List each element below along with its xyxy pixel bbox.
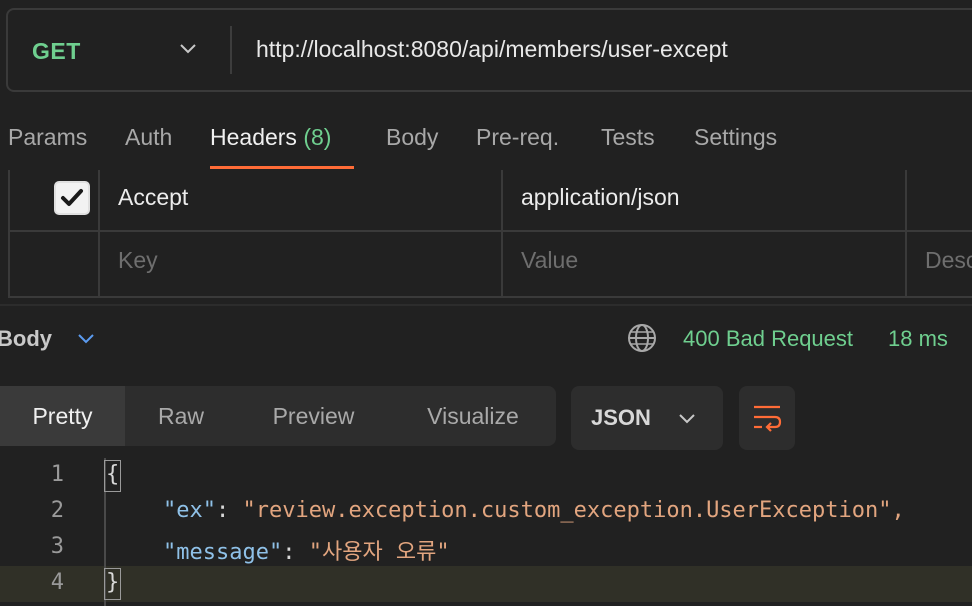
response-status[interactable]: 400 Bad Request <box>683 326 853 352</box>
json-value: "review.exception.custom_exception.UserE… <box>242 498 905 523</box>
tab-settings[interactable]: Settings <box>694 124 777 151</box>
new-value-input[interactable]: Value <box>521 247 578 274</box>
json-value: "사용자 오류" <box>308 540 450 565</box>
view-raw[interactable]: Raw <box>125 386 237 446</box>
pane-separator[interactable] <box>0 304 972 306</box>
table-divider <box>98 170 100 296</box>
table-divider <box>8 170 10 296</box>
view-mode-control: Pretty Raw Preview Visualize <box>0 386 556 446</box>
new-description-input[interactable]: Desc <box>925 247 972 274</box>
chevron-down-icon <box>679 414 695 424</box>
headers-table: Accept application/json Key Value Desc <box>8 170 972 298</box>
tab-headers[interactable]: Headers (8) <box>210 124 331 151</box>
code-line: 3 "message": "사용자 오류" <box>0 530 972 566</box>
line-number: 2 <box>50 498 64 523</box>
table-divider <box>905 170 907 296</box>
chevron-down-icon[interactable] <box>74 326 98 350</box>
code-line: 1 <box>0 458 972 494</box>
line-number: 1 <box>50 462 64 487</box>
globe-icon[interactable] <box>626 322 658 354</box>
table-divider <box>8 230 972 232</box>
json-pair: "message": "사용자 오류" <box>163 540 450 565</box>
tab-tests[interactable]: Tests <box>601 124 655 151</box>
brace-close: } <box>104 568 122 600</box>
response-time[interactable]: 18 ms <box>888 326 948 352</box>
brace-open: { <box>104 460 122 492</box>
header-value-cell[interactable]: application/json <box>521 184 680 211</box>
format-select[interactable]: JSON <box>571 386 723 450</box>
new-key-input[interactable]: Key <box>118 247 158 274</box>
url-input[interactable] <box>256 36 956 63</box>
method-select[interactable]: GET <box>32 38 81 65</box>
table-divider <box>501 170 503 296</box>
code-line: 2 "ex": "review.exception.custom_excepti… <box>0 494 972 530</box>
chevron-down-icon[interactable] <box>176 36 200 60</box>
response-section-select[interactable]: Body <box>0 326 52 352</box>
json-key: "message" <box>163 540 283 565</box>
header-key-cell[interactable]: Accept <box>118 184 188 211</box>
line-number: 4 <box>50 570 64 595</box>
tab-pre-request[interactable]: Pre-req. <box>476 124 559 151</box>
request-url-bar: GET <box>6 8 972 92</box>
line-number: 3 <box>50 534 64 559</box>
wrap-lines-icon <box>754 405 782 432</box>
view-visualize[interactable]: Visualize <box>390 386 556 446</box>
divider <box>230 26 232 74</box>
active-tab-indicator <box>210 166 354 169</box>
code-line-current: 4 <box>0 566 972 602</box>
view-pretty[interactable]: Pretty <box>0 386 125 446</box>
tab-body[interactable]: Body <box>386 124 438 151</box>
format-label: JSON <box>591 405 651 430</box>
tab-headers-count: (8) <box>303 124 332 150</box>
tab-params[interactable]: Params <box>8 124 87 151</box>
tab-headers-label: Headers <box>210 124 297 150</box>
json-key: "ex" <box>163 498 216 523</box>
response-code-view[interactable]: 1 2 "ex": "review.exception.custom_excep… <box>0 458 972 606</box>
checkbox-checked-icon[interactable] <box>54 181 90 215</box>
json-pair: "ex": "review.exception.custom_exception… <box>163 498 905 523</box>
view-preview[interactable]: Preview <box>237 386 390 446</box>
tab-auth[interactable]: Auth <box>125 124 172 151</box>
wrap-lines-button[interactable] <box>739 386 795 450</box>
